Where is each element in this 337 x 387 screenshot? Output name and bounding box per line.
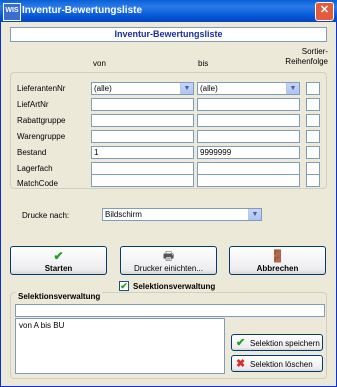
selektion-name-input[interactable] xyxy=(15,304,325,317)
lieferantennr-von-value: (alle) xyxy=(94,84,112,93)
sort-order-field-bestand[interactable] xyxy=(306,146,320,159)
sort-order-field-liefartnr[interactable] xyxy=(306,98,320,111)
selektion-speichern-label: Selektion speichern xyxy=(250,339,320,348)
checkmark-icon: ✔ xyxy=(236,337,246,349)
drucke-nach-value: Bildschirm xyxy=(105,210,142,219)
exit-door-icon: 🚪 xyxy=(270,249,285,263)
drucker-label: Drucker einichten... xyxy=(134,264,203,273)
sort-order-field-lieferantennr[interactable] xyxy=(306,82,320,95)
warengruppe-bis-input[interactable] xyxy=(197,130,300,143)
matchcode-von-input[interactable] xyxy=(91,174,194,187)
column-header-sortier: Sortier- Reihenfolge xyxy=(285,47,328,66)
bestand-bis-input[interactable]: 9999999 xyxy=(197,146,300,159)
app-icon: WIS xyxy=(3,3,21,21)
chevron-down-icon[interactable]: ▼ xyxy=(286,83,299,94)
rabattgruppe-bis-input[interactable] xyxy=(197,114,300,127)
row-label-bestand: Bestand xyxy=(17,148,47,157)
selektion-speichern-button[interactable]: ✔ Selektion speichern xyxy=(231,334,323,351)
drucke-nach-label: Drucke nach: xyxy=(22,211,70,220)
matchcode-bis-input[interactable] xyxy=(197,174,300,187)
selektionsverwaltung-checkbox-label: Selektionsverwaltung xyxy=(133,282,216,291)
chevron-down-icon[interactable]: ▼ xyxy=(248,209,261,220)
starten-label: Starten xyxy=(44,264,73,273)
list-item[interactable]: von A bis BU xyxy=(16,319,224,332)
lieferantennr-bis-select[interactable]: (alle) ▼ xyxy=(197,82,300,95)
lieferantennr-von-select[interactable]: (alle) ▼ xyxy=(91,82,194,95)
sort-order-field-warengruppe[interactable] xyxy=(306,130,320,143)
column-header-bis: bis xyxy=(198,59,209,68)
chevron-down-icon[interactable]: ▼ xyxy=(180,83,193,94)
bestand-von-input[interactable]: 1 xyxy=(91,146,194,159)
rabattgruppe-von-input[interactable] xyxy=(91,114,194,127)
page-title: Inventur-Bewertungsliste xyxy=(10,27,327,42)
checkmark-icon: ✔ xyxy=(53,249,64,263)
selektion-group-title: Selektionsverwaltung xyxy=(16,292,103,301)
row-label-warengruppe: Warengruppe xyxy=(17,132,66,141)
row-label-lieferantennr: LieferantenNr xyxy=(17,84,66,93)
liefartnr-bis-input[interactable] xyxy=(197,98,300,111)
sort-order-field-matchcode[interactable] xyxy=(306,174,320,187)
row-label-lagerfach: Lagerfach xyxy=(17,164,53,173)
lieferantennr-bis-value: (alle) xyxy=(200,84,218,93)
column-header-von: von xyxy=(93,59,106,68)
drucker-einrichten-button[interactable]: 🖶 Drucker einichten... xyxy=(120,246,217,275)
window-title: Inventur-Bewertungsliste xyxy=(22,5,143,16)
row-label-matchcode: MatchCode xyxy=(17,179,58,188)
title-bar[interactable]: WIS Inventur-Bewertungsliste ✕ xyxy=(0,0,337,22)
delete-x-icon: ✖ xyxy=(236,358,246,370)
printer-icon: 🖶 xyxy=(162,249,175,263)
drucke-nach-select[interactable]: Bildschirm ▼ xyxy=(102,208,262,221)
selektionsverwaltung-checkbox[interactable]: ✔ xyxy=(119,281,129,291)
starten-button[interactable]: ✔ Starten xyxy=(10,246,107,275)
row-label-liefartnr: LiefArtNr xyxy=(17,100,49,109)
sort-order-field-rabattgruppe[interactable] xyxy=(306,114,320,127)
selektion-list[interactable]: von A bis BU xyxy=(15,318,225,374)
abbrechen-button[interactable]: 🚪 Abbrechen xyxy=(229,246,326,275)
selektion-loeschen-label: Selektion löschen xyxy=(250,360,313,369)
close-icon[interactable]: ✕ xyxy=(315,2,334,21)
row-label-rabattgruppe: Rabattgruppe xyxy=(17,116,66,125)
warengruppe-von-input[interactable] xyxy=(91,130,194,143)
liefartnr-von-input[interactable] xyxy=(91,98,194,111)
selektion-loeschen-button[interactable]: ✖ Selektion löschen xyxy=(231,355,323,372)
abbrechen-label: Abbrechen xyxy=(256,264,299,273)
